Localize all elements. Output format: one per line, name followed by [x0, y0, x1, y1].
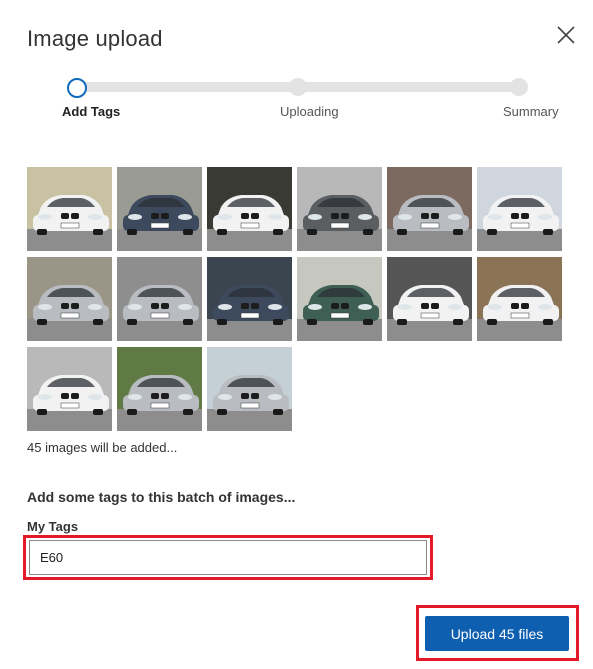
thumbnail-image: [297, 167, 382, 251]
step-label-summary: Summary: [503, 104, 559, 119]
thumbnail-image: [117, 347, 202, 431]
step-label-uploading: Uploading: [280, 104, 339, 119]
step-label-add-tags: Add Tags: [62, 104, 121, 119]
thumbnail-image: [207, 347, 292, 431]
image-count-text: 45 images will be added...: [27, 440, 178, 455]
thumbnail-image: [387, 167, 472, 251]
thumbnail-image: [477, 257, 562, 341]
thumbnail-image: [297, 257, 382, 341]
step-dot-summary: [510, 78, 528, 96]
thumbnail-image: [207, 167, 292, 251]
thumbnail-image: [477, 167, 562, 251]
step-dot-uploading: [289, 78, 307, 96]
thumbnail-image: [117, 257, 202, 341]
tags-input[interactable]: [29, 540, 427, 575]
upload-button[interactable]: Upload 45 files: [425, 616, 569, 651]
thumbnail-image: [27, 347, 112, 431]
dialog-title: Image upload: [27, 26, 163, 51]
thumbnail-image: [117, 167, 202, 251]
tags-label: My Tags: [27, 519, 79, 534]
close-icon[interactable]: [556, 25, 576, 45]
tags-heading: Add some tags to this batch of images...: [27, 489, 296, 505]
thumbnail-image: [27, 167, 112, 251]
step-dot-add-tags: [67, 78, 87, 98]
thumbnail-image: [207, 257, 292, 341]
thumbnail-image: [387, 257, 472, 341]
thumbnail-image: [27, 257, 112, 341]
